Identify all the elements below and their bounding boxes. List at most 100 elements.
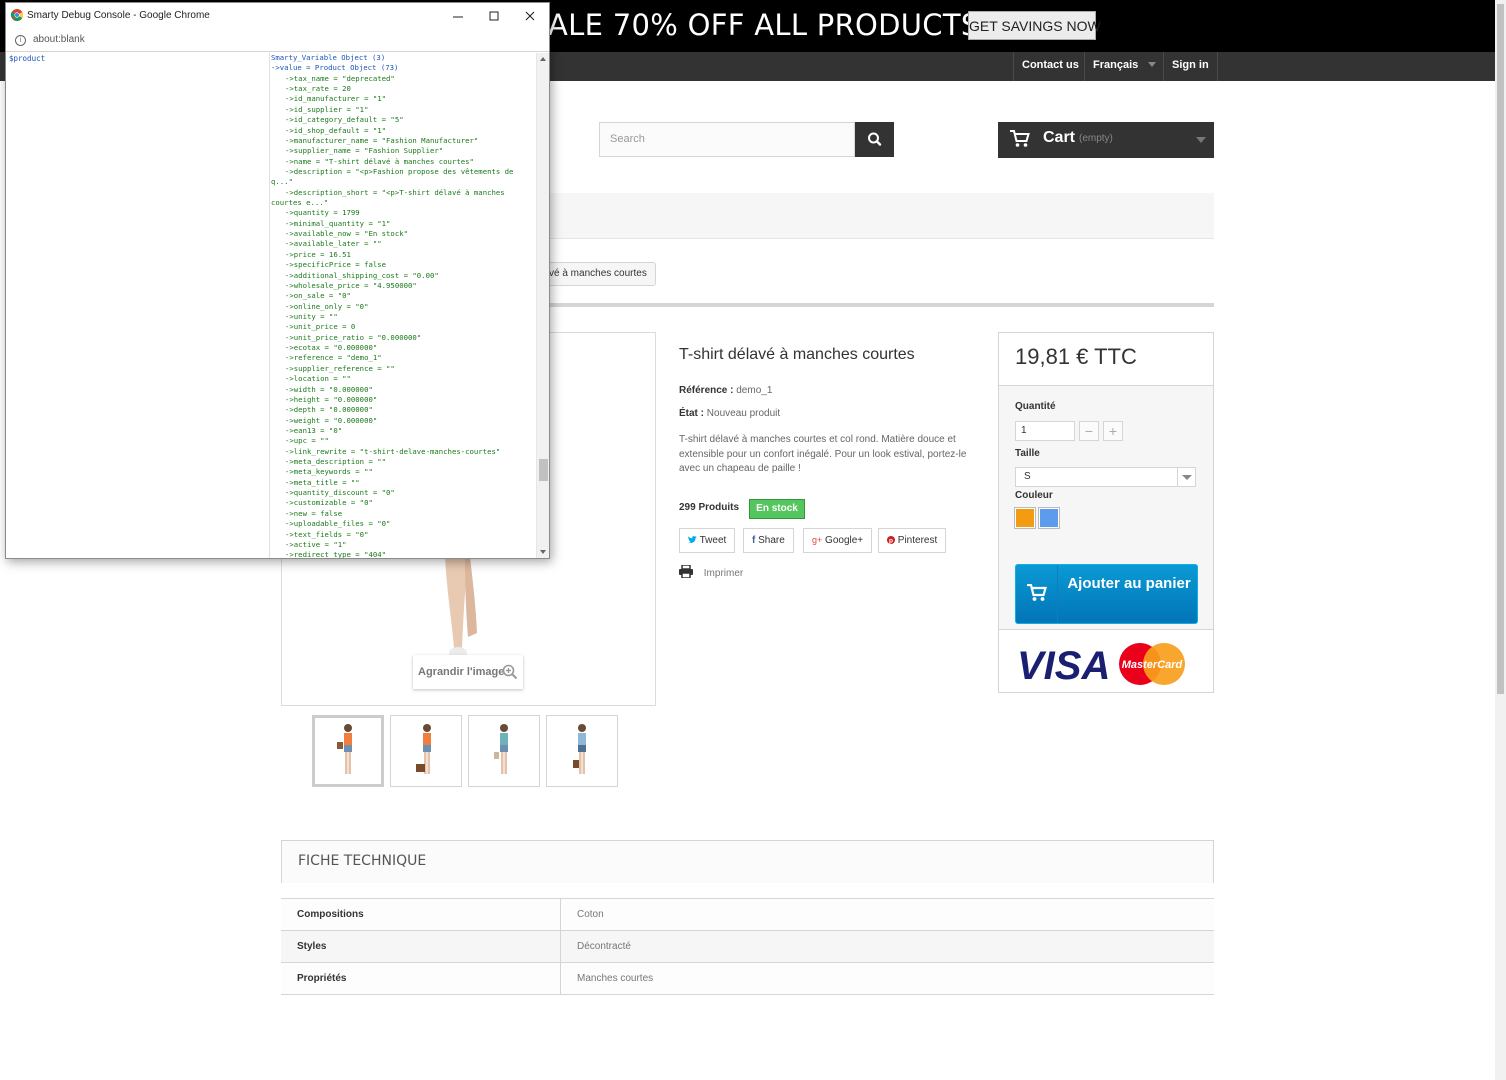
language-selector[interactable]: Français bbox=[1084, 52, 1164, 81]
page-scrollbar-thumb[interactable] bbox=[1497, 4, 1504, 694]
divider bbox=[281, 994, 1214, 995]
debug-line: ->minimal_quantity = "1" bbox=[285, 218, 391, 228]
search-button[interactable] bbox=[855, 122, 894, 157]
debug-line: ->quantity_discount = "0" bbox=[285, 488, 395, 498]
debug-line: ->description_short = "<p>T-shirt délavé… bbox=[285, 187, 505, 197]
quantity-label: Quantité bbox=[1015, 401, 1056, 412]
share-label: Share bbox=[758, 535, 785, 546]
search-input[interactable]: Search bbox=[599, 122, 855, 157]
window-titlebar[interactable]: Smarty Debug Console - Google Chrome bbox=[6, 3, 549, 30]
debug-scrollbar-thumb[interactable] bbox=[539, 459, 548, 481]
datasheet-value: Coton bbox=[577, 909, 604, 920]
quantity-decrement-button[interactable]: − bbox=[1079, 421, 1099, 441]
debug-console-window[interactable]: Smarty Debug Console - Google Chrome i a… bbox=[5, 2, 550, 559]
color-label: Couleur bbox=[1015, 490, 1053, 501]
product-description: T-shirt délavé à manches courtes et col … bbox=[679, 434, 967, 474]
size-select[interactable]: S bbox=[1015, 467, 1196, 487]
debug-variable-column: $product bbox=[6, 53, 270, 558]
debug-line: ->customizable = "0" bbox=[285, 498, 373, 508]
get-savings-button[interactable]: GET SAVINGS NOW bbox=[968, 11, 1101, 40]
quantity-increment-button[interactable]: + bbox=[1103, 421, 1123, 441]
chevron-down-icon bbox=[1177, 468, 1195, 486]
model-thumbnail-image bbox=[337, 724, 352, 774]
stock-badge: En stock bbox=[749, 499, 805, 519]
maximize-button[interactable] bbox=[476, 3, 512, 30]
google-plus-button[interactable]: g+ Google+ bbox=[803, 528, 873, 553]
cart-dropdown[interactable]: Cart (empty) bbox=[998, 122, 1214, 158]
debug-line: Smarty_Variable Object (3) bbox=[271, 53, 386, 62]
minus-icon: − bbox=[1084, 423, 1094, 439]
datasheet-value: Décontracté bbox=[577, 941, 631, 952]
color-swatch-blue[interactable] bbox=[1038, 507, 1060, 529]
debug-line: ->location = "" bbox=[285, 374, 351, 384]
price-area: 19,81 € TTC bbox=[999, 333, 1213, 386]
debug-line: ->supplier_reference = "" bbox=[285, 363, 395, 373]
search-icon bbox=[868, 132, 882, 146]
scroll-up-arrow-icon[interactable] bbox=[540, 57, 546, 61]
product-thumbnail[interactable] bbox=[312, 715, 384, 787]
close-button[interactable] bbox=[512, 3, 548, 30]
quantity-input[interactable]: 1 bbox=[1015, 421, 1075, 441]
reference-value: demo_1 bbox=[736, 385, 773, 396]
debug-line: ->tax_name = "deprecated" bbox=[285, 73, 395, 83]
printer-icon bbox=[679, 564, 693, 579]
tweet-button[interactable]: Tweet bbox=[679, 528, 736, 553]
table-row: Styles Décontracté bbox=[281, 930, 1214, 962]
pinterest-button[interactable]: p Pinterest bbox=[878, 528, 947, 553]
model-thumbnail-image bbox=[573, 724, 586, 774]
minimize-button[interactable] bbox=[440, 3, 476, 30]
datasheet-key: Propriétés bbox=[281, 963, 561, 994]
promo-banner-text: ALE 70% OFF ALL PRODUCTS bbox=[548, 8, 980, 42]
print-link[interactable]: Imprimer bbox=[679, 564, 744, 579]
datasheet-key: Styles bbox=[281, 931, 561, 962]
debug-line: ->upc = "" bbox=[285, 436, 329, 446]
contact-us-link[interactable]: Contact us bbox=[1013, 52, 1087, 81]
address-bar[interactable]: i about:blank bbox=[6, 30, 549, 52]
model-thumbnail-image bbox=[416, 724, 431, 774]
size-value: S bbox=[1024, 471, 1031, 482]
product-thumbnail[interactable] bbox=[468, 715, 540, 787]
cart-icon bbox=[1010, 130, 1030, 147]
datasheet-header: FICHE TECHNIQUE bbox=[281, 840, 1214, 883]
minimize-icon bbox=[453, 16, 463, 18]
add-to-cart-icon-box bbox=[1016, 565, 1058, 623]
maximize-icon bbox=[489, 11, 499, 21]
add-to-cart-button[interactable]: Ajouter au panier bbox=[1015, 564, 1198, 624]
color-swatch-orange[interactable] bbox=[1014, 507, 1036, 529]
page-scrollbar[interactable] bbox=[1495, 0, 1506, 1080]
product-condition: État : Nouveau produit bbox=[679, 408, 780, 419]
scroll-down-arrow-icon[interactable] bbox=[540, 550, 546, 554]
debug-line: ->unit_price_ratio = "0.000000" bbox=[285, 332, 422, 342]
debug-line: q..." bbox=[271, 177, 293, 187]
info-icon[interactable]: i bbox=[15, 35, 26, 46]
debug-line: ->link_rewrite = "t-shirt-delave-manches… bbox=[285, 446, 501, 456]
debug-line: ->available_later = "" bbox=[285, 239, 382, 249]
facebook-share-button[interactable]: f Share bbox=[743, 528, 794, 553]
datasheet-key: Compositions bbox=[281, 899, 561, 930]
product-thumbnail[interactable] bbox=[390, 715, 462, 787]
product-reference: Référence : demo_1 bbox=[679, 385, 772, 396]
chevron-down-icon bbox=[1148, 62, 1157, 67]
chevron-down-icon bbox=[1196, 137, 1206, 143]
debug-line: ->id_shop_default = "1" bbox=[285, 125, 387, 135]
zoom-image-button[interactable]: Agrandir l'image bbox=[413, 655, 523, 689]
print-label: Imprimer bbox=[703, 568, 744, 579]
debug-line: ->ean13 = "0" bbox=[285, 425, 343, 435]
cart-icon bbox=[1027, 584, 1047, 601]
product-thumbnail[interactable] bbox=[546, 715, 618, 787]
debug-line: courtes e..." bbox=[271, 198, 329, 208]
sign-in-link[interactable]: Sign in bbox=[1163, 52, 1218, 81]
visa-logo: VISA bbox=[1017, 644, 1110, 687]
debug-line: ->uploadable_files = "0" bbox=[285, 519, 391, 529]
debug-line: ->new = false bbox=[285, 508, 343, 518]
debug-variable-name: $product bbox=[9, 54, 46, 63]
product-title: T-shirt délavé à manches courtes bbox=[679, 346, 915, 363]
zoom-in-icon bbox=[502, 664, 518, 680]
debug-line: ->text_fields = "0" bbox=[285, 529, 369, 539]
debug-line: ->supplier_name = "Fashion Supplier" bbox=[285, 146, 444, 156]
add-to-cart-label: Ajouter au panier bbox=[1067, 575, 1191, 592]
payment-cards-logo: VISA MasterCard bbox=[1017, 643, 1185, 687]
debug-line: ->additional_shipping_cost = "0.00" bbox=[285, 270, 439, 280]
cart-label: Cart bbox=[1043, 129, 1076, 146]
debug-scrollbar[interactable] bbox=[536, 53, 549, 558]
